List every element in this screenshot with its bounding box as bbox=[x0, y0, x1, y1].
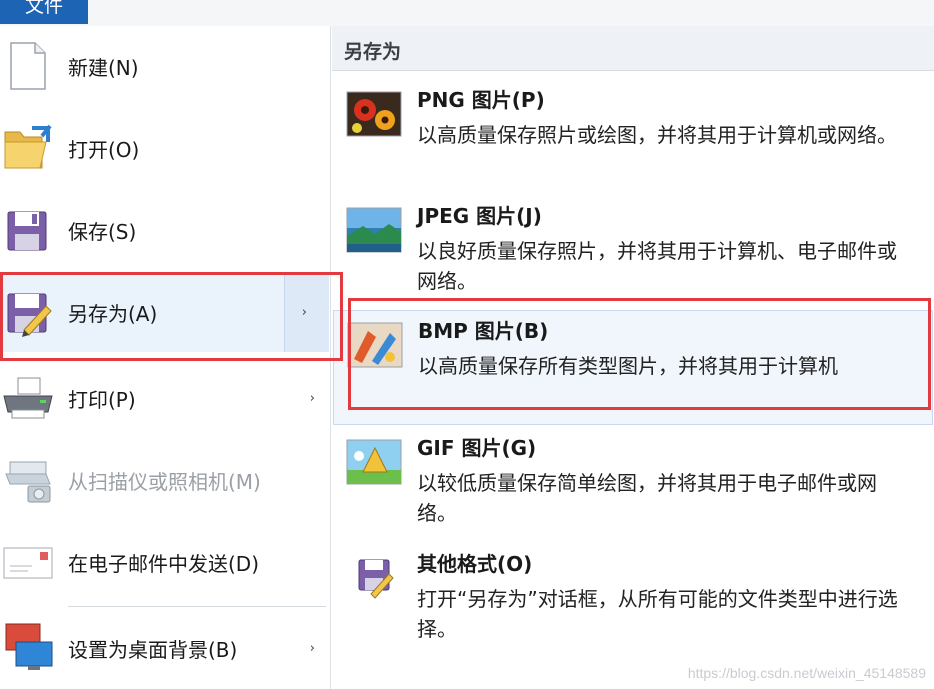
save-as-jpeg[interactable]: JPEG 图片(J) 以良好质量保存照片，并将其用于计算机、电子邮件或网络。 bbox=[333, 196, 933, 308]
watermark-text: https://blog.csdn.net/weixin_45148589 bbox=[687, 665, 926, 681]
desktop-background-icon bbox=[2, 622, 54, 674]
format-description: 以高质量保存照片或绘图，并将其用于计算机或网络。 bbox=[417, 123, 897, 147]
menu-item-label: 另存为(A) bbox=[68, 301, 158, 326]
open-folder-icon bbox=[2, 122, 54, 174]
format-title: GIF 图片(G) bbox=[417, 436, 537, 460]
bmp-paint-icon bbox=[346, 321, 404, 369]
menu-item-label: 设置为桌面背景(B) bbox=[68, 637, 238, 662]
save-as-png[interactable]: PNG 图片(P) 以高质量保存照片或绘图，并将其用于计算机或网络。 bbox=[333, 80, 933, 192]
paint-file-menu: 文件 新建(N) 打开(O) 保存(S) 另存为(A) › 打印(P) › 从扫… bbox=[0, 0, 934, 689]
menu-item-save[interactable]: 保存(S) bbox=[0, 190, 329, 270]
format-description: 打开“另存为”对话框，从所有可能的文件类型中进行选择。 bbox=[417, 587, 898, 641]
menu-item-open[interactable]: 打开(O) bbox=[0, 108, 329, 188]
ribbon-bar: 文件 bbox=[0, 0, 934, 27]
save-as-gif[interactable]: GIF 图片(G) 以较低质量保存简单绘图，并将其用于电子邮件或网络。 bbox=[333, 428, 933, 540]
save-disk-icon bbox=[2, 204, 54, 256]
submenu-title: 另存为 bbox=[344, 41, 402, 63]
format-description: 以良好质量保存照片，并将其用于计算机、电子邮件或网络。 bbox=[417, 239, 897, 293]
submenu-header: 另存为 bbox=[332, 26, 934, 71]
chevron-right-icon: › bbox=[309, 390, 315, 406]
format-title: PNG 图片(P) bbox=[417, 88, 545, 112]
format-title: BMP 图片(B) bbox=[418, 319, 549, 343]
menu-item-label: 打开(O) bbox=[68, 137, 140, 162]
menu-item-label: 保存(S) bbox=[68, 219, 137, 244]
menu-item-new[interactable]: 新建(N) bbox=[0, 26, 329, 106]
save-as-submenu: 另存为 PNG 图片(P) 以高质量保存照片或绘图，并将其用于计算机或网络。 J… bbox=[331, 26, 934, 689]
new-document-icon bbox=[2, 40, 54, 92]
png-flowers-icon bbox=[345, 90, 403, 138]
format-description: 以较低质量保存简单绘图，并将其用于电子邮件或网络。 bbox=[417, 471, 877, 525]
menu-item-send-email[interactable]: 在电子邮件中发送(D) bbox=[0, 522, 329, 602]
chevron-right-icon: › bbox=[301, 304, 307, 320]
file-menu-list: 新建(N) 打开(O) 保存(S) 另存为(A) › 打印(P) › 从扫描仪或… bbox=[0, 26, 331, 689]
scanner-camera-icon bbox=[2, 454, 54, 506]
menu-item-label: 新建(N) bbox=[68, 55, 139, 80]
menu-item-label: 打印(P) bbox=[68, 387, 136, 412]
save-as-icon bbox=[2, 286, 54, 338]
chevron-right-icon: › bbox=[309, 640, 315, 656]
menu-item-save-as[interactable]: 另存为(A) › bbox=[0, 272, 329, 352]
format-title: JPEG 图片(J) bbox=[417, 204, 542, 228]
save-as-other-formats[interactable]: 其他格式(O) 打开“另存为”对话框，从所有可能的文件类型中进行选择。 bbox=[333, 544, 933, 656]
printer-icon bbox=[2, 372, 54, 424]
menu-item-label: 从扫描仪或照相机(M) bbox=[68, 469, 261, 494]
format-description: 以高质量保存所有类型图片，并将其用于计算机 bbox=[418, 354, 838, 378]
save-as-bmp[interactable]: BMP 图片(B) 以高质量保存所有类型图片，并将其用于计算机 bbox=[333, 310, 933, 425]
menu-item-from-scanner[interactable]: 从扫描仪或照相机(M) bbox=[0, 440, 329, 520]
email-envelope-icon bbox=[2, 536, 54, 588]
other-formats-icon bbox=[345, 554, 403, 602]
jpeg-landscape-icon bbox=[345, 206, 403, 254]
menu-item-print[interactable]: 打印(P) › bbox=[0, 358, 329, 438]
menu-item-label: 在电子邮件中发送(D) bbox=[68, 551, 260, 576]
format-title: 其他格式(O) bbox=[417, 552, 533, 576]
menu-separator bbox=[68, 606, 326, 607]
menu-item-set-desktop-background[interactable]: 设置为桌面背景(B) › bbox=[0, 608, 329, 688]
gif-shapes-icon bbox=[345, 438, 403, 486]
file-tab[interactable]: 文件 bbox=[0, 0, 88, 24]
